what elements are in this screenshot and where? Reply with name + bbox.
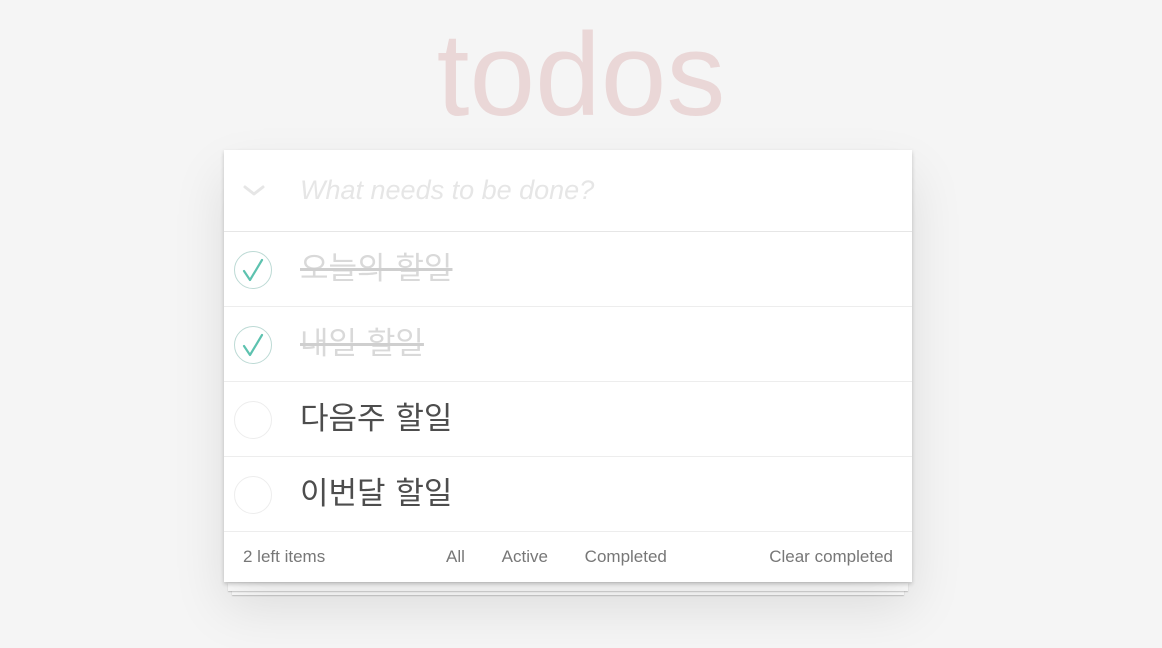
clear-completed-button[interactable]: Clear completed <box>769 532 893 582</box>
checkmark-circle-icon[interactable] <box>233 250 273 290</box>
todo-item-1[interactable]: 오늘의 할일 <box>224 232 912 307</box>
app-title: todos <box>436 9 726 141</box>
filter-all[interactable]: All <box>446 545 465 569</box>
filter-active[interactable]: Active <box>502 545 548 569</box>
todo-list: 오늘의 할일 내일 할일 다음주 할일 이번달 할일 <box>224 232 912 532</box>
filters: All Active Completed <box>446 545 667 569</box>
todo-item-4[interactable]: 이번달 할일 <box>224 457 912 532</box>
checkmark-circle-icon[interactable] <box>233 325 273 365</box>
filter-completed[interactable]: Completed <box>585 545 667 569</box>
todo-label[interactable]: 내일 할일 <box>300 307 424 381</box>
todo-header <box>224 150 912 232</box>
empty-circle-icon[interactable] <box>233 475 273 515</box>
empty-circle-icon[interactable] <box>233 400 273 440</box>
todo-footer: 2 left items All Active Completed Clear … <box>224 532 912 582</box>
todo-label[interactable]: 이번달 할일 <box>300 457 452 531</box>
items-left-count: 2 left items <box>243 547 326 566</box>
chevron-down-icon[interactable] <box>236 172 272 208</box>
list-stack-shadow-1 <box>228 583 908 591</box>
todo-label[interactable]: 다음주 할일 <box>300 382 452 456</box>
new-todo-input[interactable] <box>284 150 894 231</box>
todo-app: 오늘의 할일 내일 할일 다음주 할일 <box>224 150 912 582</box>
todo-item-3[interactable]: 다음주 할일 <box>224 382 912 457</box>
todo-item-2[interactable]: 내일 할일 <box>224 307 912 382</box>
todo-label[interactable]: 오늘의 할일 <box>300 232 452 306</box>
